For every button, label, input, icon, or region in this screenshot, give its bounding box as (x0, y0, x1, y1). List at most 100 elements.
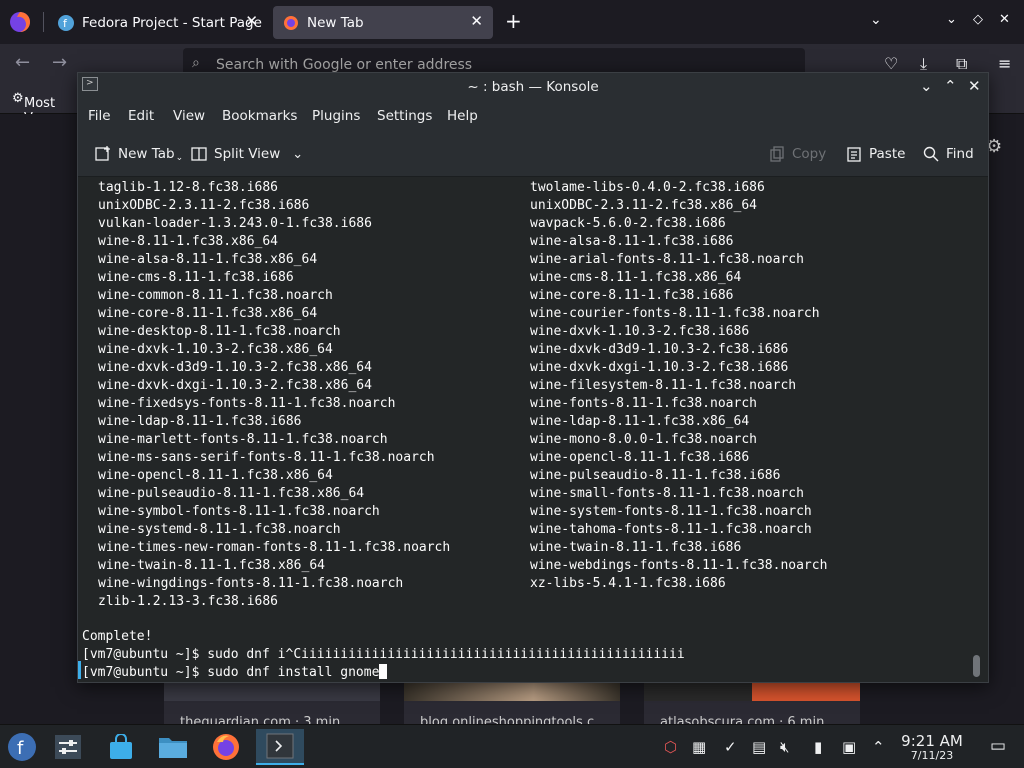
package-list-item: wine-dxvk-1.10.3-2.fc38.i686 (530, 324, 750, 339)
bookmark-most-visited[interactable]: ⚙ Most V (12, 91, 55, 126)
window-title: ~ : bash — Konsole (467, 79, 599, 95)
kde-connect-icon[interactable]: ✓ (724, 738, 737, 756)
close-tab-icon[interactable]: ✕ (245, 12, 258, 30)
clipboard-icon[interactable]: ▤ (752, 738, 766, 756)
taskbar: f ⬡ ▦ ✓ ▤ 🔇︎ ▮ ▣ ⌃ 9:21 AM 7/11/23 ▭ (0, 724, 1024, 768)
menu-edit[interactable]: Edit (128, 108, 154, 124)
paste-button[interactable]: Paste (845, 145, 905, 163)
find-label: Find (946, 146, 974, 162)
new-tab-label: New Tab (118, 146, 175, 162)
package-list-item: wine-dxvk-dxgi-1.10.3-2.fc38.x86_64 (98, 378, 372, 393)
pocket-icon[interactable]: ♡ (884, 54, 898, 73)
package-list-item: wine-opencl-8.11-1.fc38.x86_64 (98, 468, 333, 483)
split-view-button[interactable]: Split View ⌄ (190, 145, 303, 163)
svg-text:f: f (17, 738, 24, 759)
show-hidden-icons-chevron-icon[interactable]: ⌃ (872, 738, 885, 756)
keyboard-icon[interactable]: ▦ (692, 738, 706, 756)
list-all-tabs-chevron-icon[interactable]: ⌄ (870, 12, 882, 28)
copy-icon (770, 146, 784, 162)
paste-label: Paste (869, 146, 906, 162)
app-menu-icon[interactable]: ≡ (998, 54, 1011, 73)
package-list-item: wine-core-8.11-1.fc38.i686 (530, 288, 734, 303)
tab-fedora-start-page[interactable]: f Fedora Project - Start Page ✕ (48, 6, 268, 39)
firefox-menu-icon[interactable] (9, 11, 31, 33)
package-list-item: wine-system-fonts-8.11-1.fc38.noarch (530, 504, 812, 519)
terminal-current-prompt: [vm7@ubuntu ~]$ sudo dnf install gnome (82, 664, 388, 682)
tab-title: Fedora Project - Start Page (82, 14, 262, 31)
top-site-tile[interactable]: theguardian.com · 3 min (164, 675, 380, 730)
settings-sliders-icon (55, 735, 81, 759)
package-list-item: wine-wingdings-fonts-8.11-1.fc38.noarch (98, 576, 404, 591)
volume-muted-icon[interactable]: 🔇︎ (780, 738, 789, 756)
package-list-item: xz-libs-5.4.1-1.fc38.i686 (530, 576, 726, 591)
battery-icon[interactable]: ▮ (814, 738, 822, 756)
maximize-icon[interactable]: ◇ (973, 12, 983, 27)
dropdown-arrow-icon: ⌄ (175, 153, 184, 163)
minimize-icon[interactable]: ⌄ (920, 77, 933, 95)
firefox-task[interactable] (206, 729, 246, 765)
konsole-task[interactable] (256, 729, 304, 765)
downloads-icon[interactable]: ⤓ (920, 54, 927, 74)
close-window-icon[interactable]: ✕ (999, 12, 1010, 27)
fedora-favicon-icon: f (58, 14, 74, 31)
package-list-item: unixODBC-2.3.11-2.fc38.i686 (98, 198, 310, 213)
menu-bookmarks[interactable]: Bookmarks (222, 108, 297, 124)
package-list-item: wine-filesystem-8.11-1.fc38.noarch (530, 378, 797, 393)
dolphin-launcher[interactable] (153, 729, 193, 765)
menu-view[interactable]: View (173, 108, 205, 124)
new-tab-plus-icon[interactable]: + (505, 9, 522, 33)
menu-plugins[interactable]: Plugins (312, 108, 360, 124)
chevron-down-icon: ⌄ (292, 146, 304, 162)
top-site-tile[interactable]: atlasobscura.com · 6 min (644, 675, 860, 730)
terminal-icon (266, 733, 294, 759)
shopping-bag-icon (110, 734, 132, 759)
top-site-tile[interactable]: blog.onlineshoppingtools.c (404, 675, 620, 730)
package-list-item: wine-tahoma-fonts-8.11-1.fc38.noarch (530, 522, 812, 537)
tab-new-tab[interactable]: New Tab ✕ (273, 6, 493, 39)
discover-launcher[interactable] (101, 729, 141, 765)
new-tab-button[interactable]: New Tab ⌄ (94, 145, 183, 163)
address-placeholder: Search with Google or enter address (216, 57, 473, 73)
package-list-item: wine-cms-8.11-1.fc38.x86_64 (530, 270, 742, 285)
package-list-item: wine-fonts-8.11-1.fc38.noarch (530, 396, 757, 411)
package-list-item: wine-dxvk-dxgi-1.10.3-2.fc38.i686 (530, 360, 789, 375)
package-list-item: wine-dxvk-1.10.3-2.fc38.x86_64 (98, 342, 333, 357)
show-desktop-icon[interactable]: ▭ (990, 736, 1006, 756)
konsole-title-bar[interactable]: > ~ : bash — Konsole ⌄ ⌃ ✕ (78, 73, 988, 101)
clock-date: 7/11/23 (910, 749, 954, 762)
digital-clock[interactable]: 9:21 AM 7/11/23 (896, 733, 968, 763)
application-launcher[interactable]: f (2, 729, 42, 765)
split-view-label: Split View (214, 146, 281, 162)
terminal-scrollbar[interactable] (973, 655, 980, 677)
minimize-icon[interactable]: ⌄ (946, 12, 957, 27)
package-updates-icon[interactable]: ⬡ (664, 738, 677, 756)
package-list-item: wavpack-5.6.0-2.fc38.i686 (530, 216, 726, 231)
package-list-item: wine-desktop-8.11-1.fc38.noarch (98, 324, 341, 339)
clock-time: 9:21 AM (901, 732, 963, 750)
package-list-item: wine-8.11-1.fc38.x86_64 (98, 234, 279, 249)
package-list-item: vulkan-loader-1.3.243.0-1.fc38.i686 (98, 216, 372, 231)
forward-arrow-icon[interactable]: → (52, 52, 67, 73)
package-list-item: wine-cms-8.11-1.fc38.i686 (98, 270, 294, 285)
package-list-item: wine-dxvk-d3d9-1.10.3-2.fc38.i686 (530, 342, 789, 357)
menu-file[interactable]: File (88, 108, 111, 124)
find-button[interactable]: Find (922, 145, 974, 163)
network-icon[interactable]: ▣ (842, 738, 856, 756)
menu-settings[interactable]: Settings (377, 108, 432, 124)
close-tab-icon[interactable]: ✕ (470, 12, 483, 30)
package-list-item: wine-twain-8.11-1.fc38.i686 (530, 540, 742, 555)
copy-button[interactable]: Copy (768, 145, 826, 163)
search-icon: ⌕ (192, 55, 200, 71)
package-list-item: wine-alsa-8.11-1.fc38.x86_64 (98, 252, 318, 267)
package-list-item: wine-twain-8.11-1.fc38.x86_64 (98, 558, 325, 573)
tab-separator (43, 12, 44, 32)
konsole-window: > ~ : bash — Konsole ⌄ ⌃ ✕ File Edit Vie… (77, 72, 989, 683)
back-arrow-icon[interactable]: ← (15, 52, 30, 73)
extensions-icon[interactable]: ⧉ (956, 54, 967, 74)
folder-icon (159, 738, 187, 758)
system-settings-launcher[interactable] (48, 729, 88, 765)
close-window-icon[interactable]: ✕ (968, 77, 981, 95)
menu-help[interactable]: Help (447, 108, 478, 124)
terminal-view[interactable]: Complete! [vm7@ubuntu ~]$ sudo dnf i^Cii… (78, 177, 988, 682)
maximize-icon[interactable]: ⌃ (944, 77, 957, 95)
